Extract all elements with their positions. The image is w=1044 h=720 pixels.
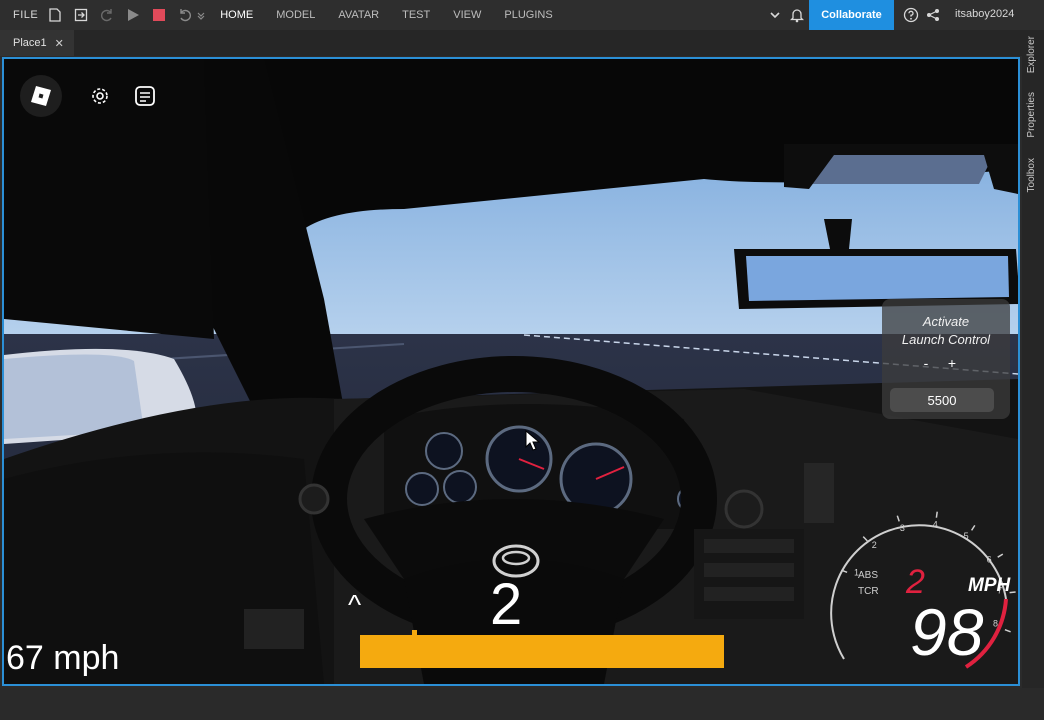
roblox-logo-icon (31, 86, 51, 106)
gauge-tick-mark (997, 553, 1004, 558)
gauge-tick-label: 6 (987, 554, 992, 564)
bottom-bar (0, 688, 1044, 720)
speed-unit-label: MPH (968, 575, 1011, 596)
gauge-tick-label: 4 (933, 520, 938, 530)
gauge-tick-mark (1009, 591, 1016, 594)
username-label[interactable]: itsaboy2024 (955, 8, 1014, 20)
right-dock: Explorer Properties Toolbox (1022, 30, 1044, 690)
tab-avatar[interactable]: AVATAR (338, 9, 379, 21)
stop-icon[interactable] (150, 6, 168, 24)
toolbox-tab[interactable]: Toolbox (1026, 158, 1037, 192)
game-viewport[interactable]: Activate Launch Control - + 5500 67 mph … (2, 57, 1020, 686)
play-icon[interactable] (124, 6, 142, 24)
document-tab-strip: Place1 ✕ (0, 30, 1024, 56)
increase-rpm-button[interactable]: + (944, 355, 960, 373)
gauge-tick-label: 5 (964, 531, 969, 541)
file-menu[interactable]: FILE (13, 9, 38, 21)
help-icon[interactable] (902, 6, 920, 24)
chevron-down-icon[interactable] (766, 6, 784, 24)
roblox-menu-button[interactable] (20, 75, 62, 117)
close-icon[interactable]: ✕ (55, 37, 64, 50)
throttle-bar (360, 635, 724, 668)
gauge-tick-mark (862, 536, 868, 542)
share-icon[interactable] (924, 6, 942, 24)
gauge-tick-label: 2 (872, 540, 877, 550)
mouse-cursor-icon (525, 430, 541, 451)
redo-icon[interactable] (98, 6, 116, 24)
ribbon-tabs: HOME MODEL AVATAR TEST VIEW PLUGINS (220, 9, 575, 21)
undo-dropdown-icon[interactable] (196, 6, 206, 24)
menu-bar: FILE HOME MODEL AVATAR TEST VIEW PLUGINS (0, 0, 1044, 30)
abs-indicator: ABS (858, 570, 879, 581)
camera-mode-icon[interactable] (87, 83, 113, 109)
launch-control-panel: Activate Launch Control - + 5500 (882, 299, 1010, 419)
tab-home[interactable]: HOME (220, 9, 253, 21)
gauge-tick-mark (935, 511, 938, 518)
gauge-tick-mark (896, 515, 900, 522)
chat-icon[interactable] (132, 83, 158, 109)
launch-control-title: Activate Launch Control (901, 314, 991, 347)
gauge-tick-mark (1004, 628, 1011, 633)
explorer-tab[interactable]: Explorer (1026, 36, 1037, 73)
tab-test[interactable]: TEST (402, 9, 430, 21)
gauge-tick-label: 8 (993, 618, 998, 628)
speed-value: 98 (910, 595, 984, 669)
tcr-indicator: TCR (858, 586, 879, 597)
decrease-rpm-button[interactable]: - (918, 355, 934, 373)
notification-bell-icon[interactable] (788, 6, 806, 24)
open-file-icon[interactable] (72, 6, 90, 24)
collaborate-button[interactable]: Collaborate (809, 0, 894, 30)
shift-up-indicator: ^ (348, 589, 362, 620)
new-file-icon[interactable] (46, 6, 64, 24)
launch-rpm-value[interactable]: 5500 (890, 388, 994, 412)
tab-plugins[interactable]: PLUGINS (504, 9, 552, 21)
tab-view[interactable]: VIEW (453, 9, 481, 21)
undo-icon[interactable] (176, 6, 194, 24)
properties-tab[interactable]: Properties (1026, 92, 1037, 138)
tab-model[interactable]: MODEL (276, 9, 315, 21)
tab-place1[interactable]: Place1 ✕ (0, 30, 74, 56)
gear-indicator: 2 (490, 572, 523, 637)
roblox-studio-window: FILE HOME MODEL AVATAR TEST VIEW PLUGINS (0, 0, 1044, 720)
speed-readout: 67 mph (6, 639, 120, 677)
tab-label: Place1 (13, 37, 47, 49)
gauge-tick-mark (970, 524, 976, 531)
gauge-tick-label: 3 (900, 523, 905, 533)
